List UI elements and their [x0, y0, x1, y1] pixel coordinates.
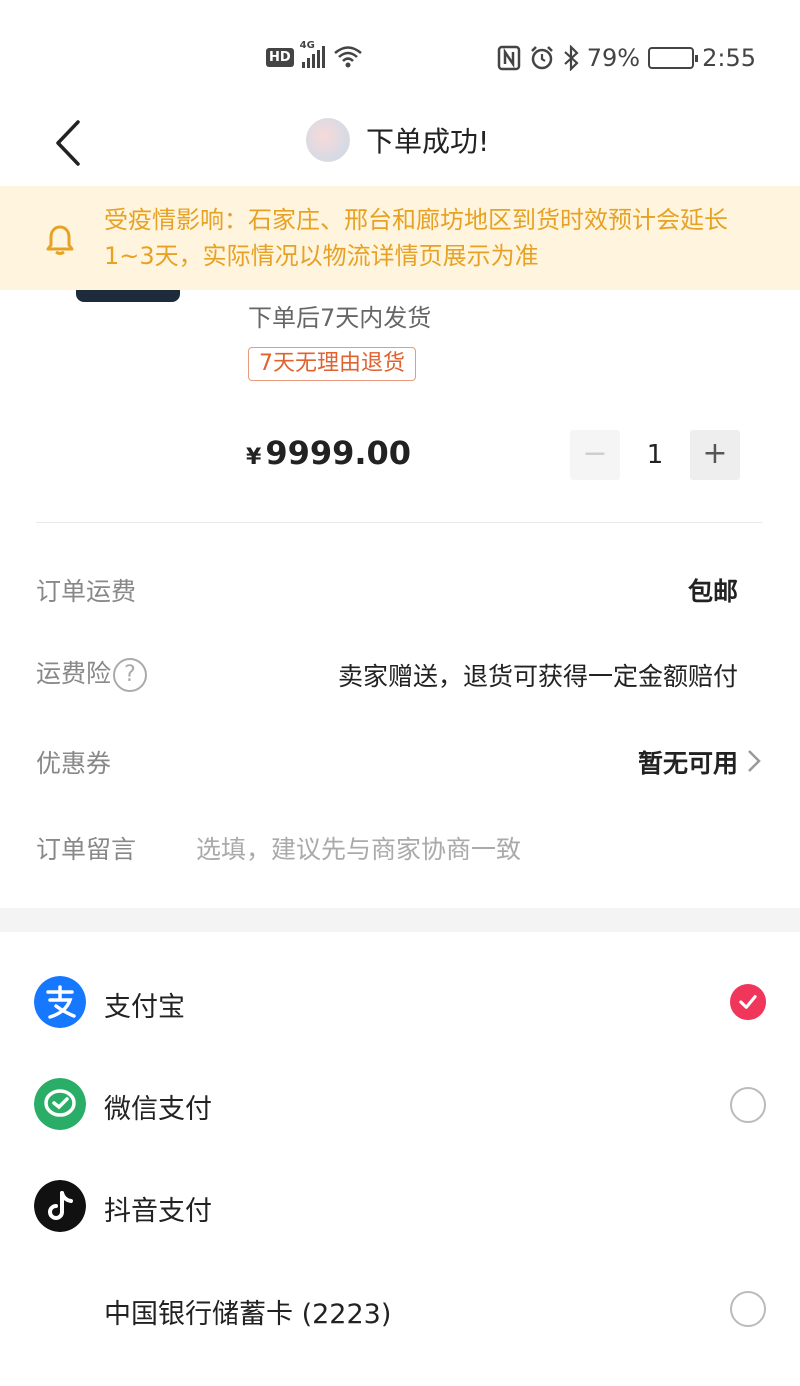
shop-avatar — [306, 118, 350, 162]
status-right: 79% 2:55 — [497, 44, 756, 72]
price-value: 9999.00 — [265, 434, 412, 472]
battery-percent: 79% — [586, 44, 641, 72]
quantity-increase-button[interactable]: + — [690, 430, 740, 480]
status-bar: HD 4G 79% 2:55 — [0, 0, 800, 100]
status-time: 2:55 — [702, 44, 756, 72]
insurance-value: 卖家赠送，退货可获得一定金额赔付 — [337, 662, 738, 691]
section-divider — [36, 522, 762, 523]
cell-signal-icon: 4G — [300, 40, 325, 68]
radio-bank-card[interactable] — [730, 1291, 766, 1327]
back-arrow-icon[interactable] — [50, 118, 90, 168]
quantity-decrease-button[interactable]: − — [570, 430, 620, 480]
page-header: 下单成功! — [0, 100, 800, 186]
currency-symbol: ¥ — [246, 445, 262, 470]
product-price: ¥9999.00 — [246, 434, 411, 472]
radio-wechat[interactable] — [730, 1087, 766, 1123]
nfc-icon — [497, 45, 520, 71]
payment-label-douyin[interactable]: 抖音支付 — [104, 1189, 212, 1228]
quantity-value: 1 — [646, 440, 664, 470]
return-policy-tag: 7天无理由退货 — [248, 347, 416, 381]
bell-icon — [46, 225, 74, 255]
payment-label-alipay[interactable]: 支付宝 — [104, 985, 185, 1024]
douyin-icon — [34, 1180, 86, 1232]
payment-label-wechat[interactable]: 微信支付 — [104, 1087, 212, 1126]
chevron-right-icon[interactable] — [746, 748, 762, 774]
wechat-pay-icon — [34, 1078, 86, 1130]
battery-icon — [648, 47, 699, 69]
page-title: 下单成功! — [366, 125, 490, 158]
radio-alipay-checked[interactable] — [730, 984, 766, 1020]
status-left: HD 4G — [266, 40, 363, 70]
insurance-label-group: 运费险? — [36, 654, 148, 692]
epidemic-notice-banner: 受疫情影响：石家庄、邢台和廊坊地区到货时效预计会延长1~3天，实际情况以物流详情… — [0, 186, 800, 290]
alipay-icon — [34, 976, 86, 1028]
note-label: 订单留言 — [36, 835, 137, 864]
freight-label: 订单运费 — [36, 577, 137, 606]
notice-text: 受疫情影响：石家庄、邢台和廊坊地区到货时效预计会延长1~3天，实际情况以物流详情… — [104, 206, 728, 270]
alarm-icon — [530, 46, 553, 70]
payment-label-bank-card[interactable]: 中国银行储蓄卡 (2223) — [104, 1292, 391, 1331]
help-icon[interactable]: ? — [113, 658, 148, 692]
freight-value: 包邮 — [687, 577, 738, 606]
wifi-icon — [333, 46, 362, 68]
header-title-group: 下单成功! — [306, 118, 489, 162]
bluetooth-icon — [564, 45, 579, 71]
order-note-input[interactable]: 选填，建议先与商家协商一致 — [196, 830, 521, 866]
product-thumbnail[interactable] — [76, 290, 180, 302]
shipping-time: 下单后7天内发货 — [248, 304, 432, 332]
coupon-value[interactable]: 暂无可用 — [638, 744, 738, 780]
coupon-label: 优惠券 — [36, 749, 112, 778]
insurance-label: 运费险 — [36, 659, 112, 688]
hd-badge: HD — [266, 47, 294, 67]
section-gap — [0, 908, 800, 932]
